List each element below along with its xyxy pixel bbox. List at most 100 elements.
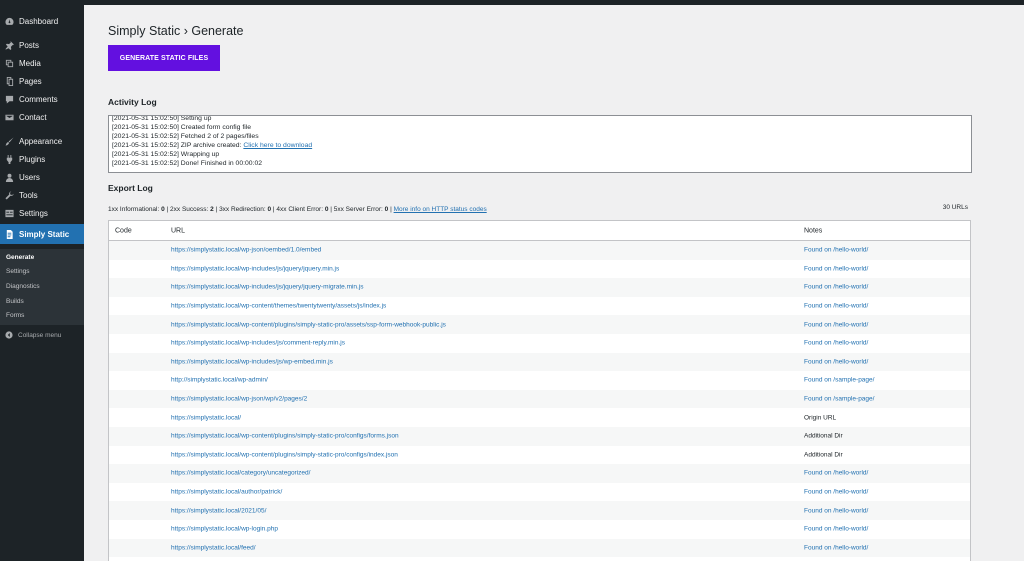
row-url-link[interactable]: https://simplystatic.local/wp-content/th… [171,303,386,310]
status-label: | 3xx Redirection: [213,206,268,213]
row-url-link[interactable]: https://simplystatic.local/ [171,414,241,421]
submenu-item-generate[interactable]: Generate [6,254,34,261]
export-log-title: Export Log [108,183,153,193]
table-row: https://simplystatic.local/wp-content/pl… [109,315,970,334]
row-url-link[interactable]: https://simplystatic.local/wp-content/pl… [171,433,399,440]
row-notes: Additional Dir [804,451,843,459]
row-url-link[interactable]: https://simplystatic.local/2021/05/ [171,507,266,514]
activity-log-title: Activity Log [108,97,157,107]
collapse-menu-label: Collapse menu [18,331,62,339]
log-line-text: [2021-05-31 15:02:52] ZIP archive create… [112,142,244,149]
comments-icon [0,95,18,104]
log-line: [2021-05-31 15:02:52] Done! Finished in … [112,160,263,167]
row-notes: Origin URL [804,414,837,422]
row-notes[interactable]: Found on /hello-world/ [804,507,868,514]
sidebar-item-label: Plugins [19,154,46,164]
dashboard-icon [0,17,18,26]
submenu-item-forms[interactable]: Forms [6,312,24,319]
submenu-item-settings[interactable]: Settings [6,268,30,275]
column-header-url: URL [171,227,186,234]
main-content: Simply Static › Generate GENERATE STATIC… [84,5,1024,561]
row-url-link[interactable]: https://simplystatic.local/wp-login.php [171,526,278,533]
row-notes[interactable]: Found on /hello-world/ [804,526,868,533]
row-notes[interactable]: Found on /sample-page/ [804,377,874,384]
http-status-info-link[interactable]: More info on HTTP status codes [394,206,487,213]
sidebar-item-label: Comments [19,94,58,104]
row-notes[interactable]: Found on /hello-world/ [804,303,868,310]
table-row: https://simplystatic.local/category/unca… [109,464,970,483]
row-notes[interactable]: Found on /hello-world/ [804,470,868,477]
sidebar-item-label: Media [19,58,41,68]
row-notes[interactable]: Found on /hello-world/ [804,489,868,496]
sidebar-item-label: Contact [19,112,47,122]
row-url-link[interactable]: https://simplystatic.local/wp-content/pl… [171,321,446,328]
status-label: | 4xx Client Error: [271,206,325,213]
row-url-link[interactable]: https://simplystatic.local/author/patric… [171,489,282,496]
status-label: 1xx Informational: [108,206,162,213]
sidebar-item-label: Settings [19,208,48,218]
log-line: [2021-05-31 15:02:50] Setting up [112,115,212,122]
pages-icon [0,76,18,86]
row-url-link[interactable]: https://simplystatic.local/wp-content/pl… [171,451,398,458]
row-url-link[interactable]: https://simplystatic.local/wp-includes/j… [171,265,339,272]
sidebar-item-users[interactable]: Users [0,168,84,186]
sidebar-item-pages[interactable]: Pages [0,72,84,90]
table-row: https://simplystatic.local/wp-includes/j… [109,352,970,372]
row-url-link[interactable]: https://simplystatic.local/wp-includes/j… [171,284,364,291]
users-icon [0,173,18,182]
table-row: https://simplystatic.local/author/patric… [109,483,970,502]
row-url-link[interactable]: https://simplystatic.local/category/unca… [171,470,310,477]
row-notes[interactable]: Found on /hello-world/ [804,284,868,291]
row-url-link[interactable]: https://simplystatic.local/feed/ [171,544,256,551]
row-notes[interactable]: Found on /hello-world/ [804,321,868,328]
sidebar-item-label: Dashboard [19,16,59,26]
row-notes[interactable]: Found on /hello-world/ [804,358,868,365]
sidebar-item-posts[interactable]: Posts [0,36,84,54]
sidebar-item-comments[interactable]: Comments [0,90,84,108]
table-row: https://simplystatic.local/wp-json/wp/v2… [109,389,970,409]
row-notes[interactable]: Found on /sample-page/ [804,396,874,403]
row-notes[interactable]: Found on /hello-world/ [804,340,868,347]
sidebar-item-label: Pages [19,76,42,86]
sidebar-item-contact[interactable]: Contact [0,108,84,126]
export-log-table: Code URL Notes https://simplystatic.loca… [108,220,971,561]
submenu-item-builds[interactable]: Builds [6,298,24,305]
url-count: 30 URLs [942,204,968,211]
table-header: Code URL Notes [109,221,970,241]
table-body: https://simplystatic.local/wp-json/oembe… [109,241,970,558]
download-link[interactable]: Click here to download [243,142,312,149]
table-row: https://simplystatic.local/2021/05/Found… [109,501,970,520]
row-url-link[interactable]: https://simplystatic.local/wp-json/oembe… [171,247,321,254]
row-notes[interactable]: Found on /hello-world/ [804,247,868,254]
row-url-link[interactable]: https://simplystatic.local/wp-json/wp/v2… [171,396,307,403]
row-notes[interactable]: Found on /hello-world/ [804,265,868,272]
sidebar-item-tools[interactable]: Tools [0,186,84,204]
sidebar-item-plugins[interactable]: Plugins [0,150,84,168]
activity-log-box[interactable]: [2021-05-31 15:02:50] Setting up [2021-0… [108,115,972,173]
sidebar-item-appearance[interactable]: Appearance [0,132,84,150]
row-url-link[interactable]: https://simplystatic.local/wp-includes/j… [171,358,333,365]
status-label: | 5xx Server Error: [328,206,385,213]
generate-static-files-button[interactable]: GENERATE STATIC FILES [108,45,220,71]
sidebar-item-label: Tools [19,190,38,200]
pin-icon [0,40,18,50]
row-url-link[interactable]: https://simplystatic.local/wp-includes/j… [171,340,345,347]
row-notes[interactable]: Found on /hello-world/ [804,544,868,551]
sidebar-item-settings[interactable]: Settings [0,204,84,222]
settings-icon [0,209,18,218]
table-row: https://simplystatic.local/wp-includes/j… [109,260,970,279]
sidebar-item-label: Appearance [19,136,63,146]
document-icon [0,229,18,239]
row-url-link[interactable]: http://simplystatic.local/wp-admin/ [171,377,268,384]
collapse-menu-button[interactable]: Collapse menu [0,326,84,344]
table-row: https://simplystatic.local/wp-json/oembe… [109,241,970,260]
simply-static-submenu: Generate Settings Diagnostics Builds For… [0,249,84,325]
sidebar-item-label: Posts [19,40,40,50]
log-line: [2021-05-31 15:02:52] Fetched 2 of 2 pag… [112,133,259,140]
submenu-item-diagnostics[interactable]: Diagnostics [6,283,40,290]
mail-icon [0,113,18,122]
sidebar-item-media[interactable]: Media [0,54,84,72]
sidebar-item-simply-static[interactable]: Simply Static [0,224,84,244]
sidebar-item-dashboard[interactable]: Dashboard [0,12,84,30]
table-row: https://simplystatic.local/wp-content/th… [109,297,970,316]
